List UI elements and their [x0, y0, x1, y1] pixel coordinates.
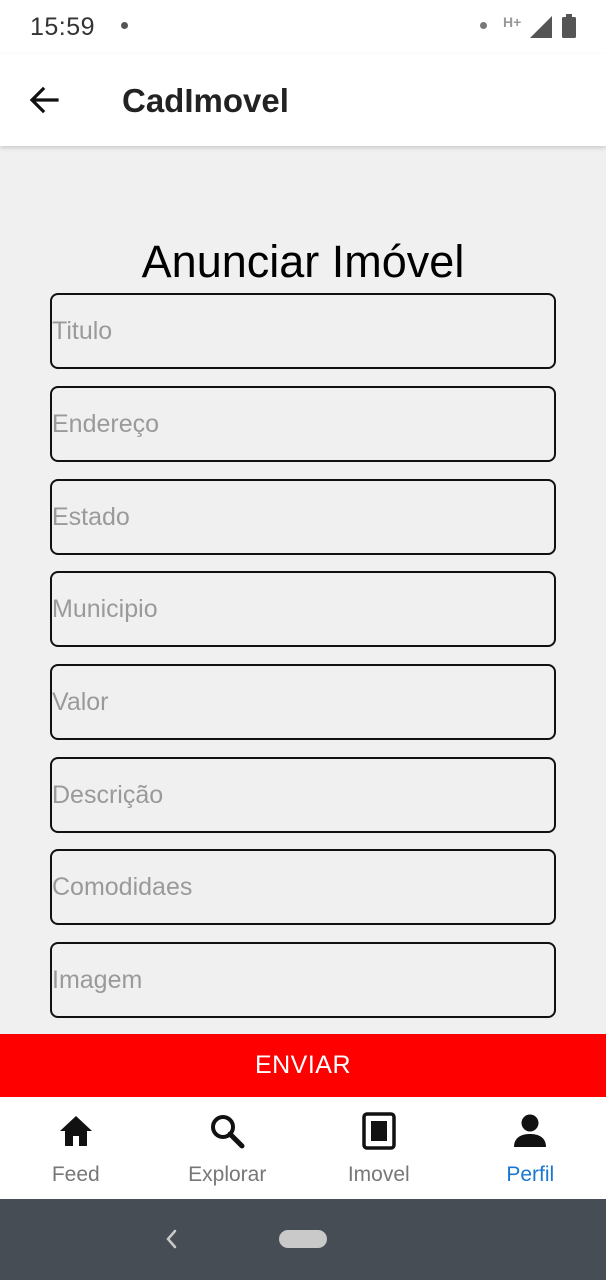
arrow-left-icon	[29, 86, 59, 114]
search-icon	[207, 1111, 247, 1151]
notification-dot-icon	[480, 22, 487, 29]
nav-item-feed[interactable]: Feed	[0, 1097, 152, 1199]
person-icon	[510, 1111, 550, 1151]
comodidades-input[interactable]	[50, 849, 556, 925]
network-type: H+	[503, 14, 522, 30]
nav-label: Feed	[51, 1163, 100, 1186]
status-bar: 15:59 H+	[0, 0, 606, 54]
home-icon	[56, 1111, 96, 1151]
battery-icon	[562, 14, 576, 38]
bottom-nav: Feed Explorar Imovel Perfil	[0, 1097, 606, 1199]
document-icon	[359, 1111, 399, 1151]
nav-label: Perfil	[506, 1163, 555, 1186]
nav-item-perfil[interactable]: Perfil	[455, 1097, 606, 1199]
status-time: 15:59	[30, 13, 96, 41]
endereco-input[interactable]	[50, 386, 556, 462]
app-title: CadImovel	[122, 82, 289, 119]
nav-item-imovel[interactable]: Imovel	[303, 1097, 455, 1199]
municipio-input[interactable]	[50, 571, 556, 647]
imagem-input[interactable]	[50, 942, 556, 1018]
descricao-input[interactable]	[50, 757, 556, 833]
submit-button[interactable]: ENVIAR	[0, 1034, 606, 1097]
system-home-button[interactable]	[279, 1230, 327, 1248]
signal-icon	[530, 16, 552, 38]
nav-label: Imovel	[347, 1163, 410, 1186]
system-back-icon[interactable]	[164, 1226, 178, 1252]
app-bar: CadImovel	[0, 54, 606, 146]
nav-item-explorar[interactable]: Explorar	[152, 1097, 304, 1199]
system-nav-bar	[0, 1199, 606, 1280]
titulo-input[interactable]	[50, 293, 556, 369]
page-title: Anunciar Imóvel	[141, 236, 465, 287]
estado-input[interactable]	[50, 479, 556, 555]
back-button[interactable]	[22, 80, 66, 120]
nav-label: Explorar	[188, 1163, 267, 1186]
valor-input[interactable]	[50, 664, 556, 740]
notification-dot-icon	[121, 22, 128, 29]
